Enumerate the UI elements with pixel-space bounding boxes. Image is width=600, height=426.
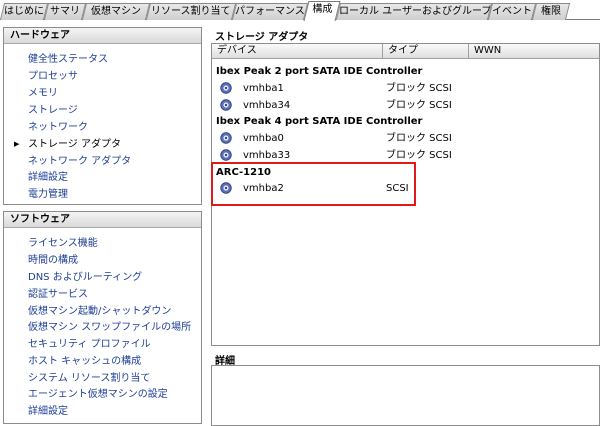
tab-performance[interactable]: パフォーマンス <box>231 3 309 20</box>
nav-power-management[interactable]: 電力管理 <box>28 187 68 202</box>
adapter-type: ブロック SCSI <box>386 133 452 144</box>
tab-local-users-groups[interactable]: ローカル ユーザーおよびグループ <box>335 3 493 20</box>
tab-virtual-machines[interactable]: 仮想マシン <box>81 3 151 20</box>
arc-1210-highlight-box <box>211 162 416 206</box>
adapter-group-header[interactable]: Ibex Peak 2 port SATA IDE Controller <box>216 65 423 79</box>
nav-dns-routing[interactable]: DNS およびルーティング <box>28 270 142 285</box>
nav-agent-vm-settings[interactable]: エージェント仮想マシンの設定 <box>28 387 168 402</box>
tab-label: イベント <box>492 6 532 17</box>
tab-events[interactable]: イベント <box>487 3 537 20</box>
nav-storage[interactable]: ストレージ <box>28 103 78 118</box>
details-pane <box>211 365 600 426</box>
tab-label: 仮想マシン <box>91 6 141 17</box>
software-panel-title: ソフトウェア <box>4 212 201 228</box>
nav-system-resource-allocation[interactable]: システム リソース割り当て <box>28 371 150 386</box>
nav-host-cache-configuration[interactable]: ホスト キャッシュの構成 <box>28 354 141 369</box>
nav-storage-adapters[interactable]: ストレージ アダプタ <box>28 137 121 152</box>
nav-networking[interactable]: ネットワーク <box>28 120 88 135</box>
storage-adapter-icon <box>220 99 232 111</box>
column-header-device[interactable]: デバイス <box>212 44 383 59</box>
storage-adapter-icon <box>220 132 232 144</box>
adapter-device: vmhba0 <box>243 133 284 144</box>
nav-memory[interactable]: メモリ <box>28 86 58 101</box>
nav-advanced-settings-hw[interactable]: 詳細設定 <box>28 170 68 185</box>
column-header-wwn[interactable]: WWN <box>469 44 599 59</box>
tab-getting-started[interactable]: はじめに <box>0 3 49 20</box>
nav-vm-startup-shutdown[interactable]: 仮想マシン起動/シャットダウン <box>28 304 171 319</box>
adapter-row[interactable]: vmhba1 ブロック SCSI <box>212 80 599 97</box>
nav-authentication-services[interactable]: 認証サービス <box>28 287 88 302</box>
tab-label: サマリ <box>50 6 80 17</box>
adapter-group-header[interactable]: Ibex Peak 4 port SATA IDE Controller <box>216 115 423 129</box>
hardware-panel-title: ハードウェア <box>4 28 201 44</box>
tab-summary[interactable]: サマリ <box>43 3 87 20</box>
tab-strip: はじめに サマリ 仮想マシン リソース割り当て パフォーマンス 構成 ローカル … <box>0 0 600 21</box>
nav-time-configuration[interactable]: 時間の構成 <box>28 253 78 268</box>
tab-permissions[interactable]: 権限 <box>531 3 571 20</box>
storage-adapter-icon <box>220 82 232 94</box>
adapter-device: vmhba1 <box>243 83 284 94</box>
adapter-row[interactable]: vmhba34 ブロック SCSI <box>212 97 599 114</box>
tab-resource-allocation[interactable]: リソース割り当て <box>145 3 237 20</box>
adapter-type: ブロック SCSI <box>386 100 452 111</box>
nav-vm-swapfile-location[interactable]: 仮想マシン スワップファイルの場所 <box>28 320 191 335</box>
tab-label: 構成 <box>312 4 333 15</box>
current-item-bullet: ▶ <box>14 140 20 148</box>
nav-health-status[interactable]: 健全性ステータス <box>28 52 108 67</box>
nav-security-profile[interactable]: セキュリティ プロファイル <box>28 337 151 352</box>
storage-adapters-title: ストレージ アダプタ <box>215 32 309 43</box>
tab-configuration[interactable]: 構成 <box>303 1 341 21</box>
storage-adapter-icon <box>220 149 232 161</box>
tab-label: ローカル ユーザーおよびグループ <box>339 6 492 17</box>
nav-advanced-settings-sw[interactable]: 詳細設定 <box>28 404 68 419</box>
adapter-type: ブロック SCSI <box>386 83 452 94</box>
nav-processors[interactable]: プロセッサ <box>28 69 78 84</box>
nav-licensed-features[interactable]: ライセンス機能 <box>28 236 98 251</box>
tab-label: リソース割り当て <box>151 6 231 17</box>
nav-network-adapters[interactable]: ネットワーク アダプタ <box>28 154 131 169</box>
column-header-type[interactable]: タイプ <box>383 44 469 59</box>
adapter-device: vmhba34 <box>243 100 291 111</box>
tab-label: パフォーマンス <box>235 6 305 17</box>
tab-label: はじめに <box>4 6 44 17</box>
tab-label: 権限 <box>541 6 561 17</box>
adapter-row[interactable]: vmhba0 ブロック SCSI <box>212 130 599 147</box>
